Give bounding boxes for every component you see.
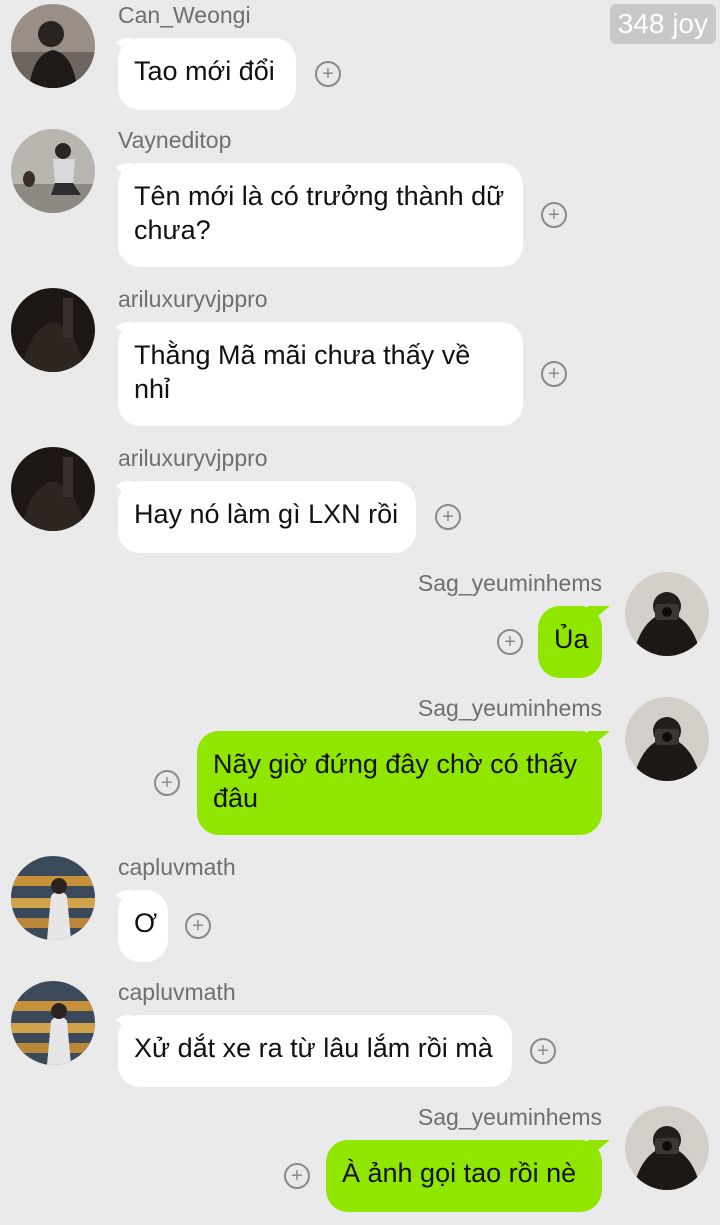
avatar[interactable]	[11, 288, 95, 372]
message-text: Ủa	[554, 624, 589, 654]
message-bubble[interactable]: Xử dắt xe ra từ lâu lắm rồi mà	[118, 1015, 512, 1087]
message-bubble[interactable]: À ảnh gọi tao rồi nè	[326, 1140, 602, 1212]
sender-name: capluvmath	[118, 979, 236, 1005]
avatar[interactable]	[11, 447, 95, 531]
add-reaction-icon[interactable]: +	[185, 913, 211, 939]
avatar[interactable]	[11, 4, 95, 88]
message-bubble[interactable]: Ơ	[118, 890, 168, 962]
message-text: Ơ	[134, 908, 158, 938]
avatar[interactable]	[625, 572, 709, 656]
add-reaction-icon[interactable]: +	[497, 629, 523, 655]
sender-name: Sag_yeuminhems	[417, 1104, 602, 1130]
sender-name: Sag_yeuminhems	[417, 570, 602, 596]
add-reaction-icon[interactable]: +	[530, 1038, 556, 1064]
message-text: Nãy giờ đứng đây chờ có thấy đâu	[213, 749, 578, 813]
avatar[interactable]	[625, 1106, 709, 1190]
add-reaction-icon[interactable]: +	[284, 1163, 310, 1189]
avatar[interactable]	[11, 856, 95, 940]
add-reaction-icon[interactable]: +	[154, 770, 180, 796]
message-text: Thằng Mã mãi chưa thấy về nhỉ	[134, 340, 471, 404]
sender-name: Can_Weongi	[118, 2, 251, 28]
joy-count-badge: 348 joy	[609, 4, 716, 44]
message-bubble[interactable]: Thằng Mã mãi chưa thấy về nhỉ	[118, 322, 523, 426]
message-bubble[interactable]: Tên mới là có trưởng thành dữ chưa?	[118, 163, 523, 267]
avatar[interactable]	[11, 129, 95, 213]
add-reaction-icon[interactable]: +	[315, 61, 341, 87]
add-reaction-icon[interactable]: +	[435, 504, 461, 530]
message-bubble[interactable]: Tao mới đổi	[118, 38, 296, 110]
message-bubble[interactable]: Nãy giờ đứng đây chờ có thấy đâu	[197, 731, 602, 835]
sender-name: capluvmath	[118, 854, 236, 880]
sender-name: ariluxuryvjppro	[118, 286, 268, 312]
message-text: Hay nó làm gì LXN rồi	[134, 499, 399, 529]
message-text: Xử dắt xe ra từ lâu lắm rồi mà	[134, 1033, 493, 1063]
avatar[interactable]	[625, 697, 709, 781]
message-bubble[interactable]: Hay nó làm gì LXN rồi	[118, 481, 416, 553]
add-reaction-icon[interactable]: +	[541, 202, 567, 228]
message-text: Tên mới là có trưởng thành dữ chưa?	[134, 181, 505, 245]
avatar[interactable]	[11, 981, 95, 1065]
message-text: À ảnh gọi tao rồi nè	[342, 1158, 577, 1188]
message-bubble[interactable]: Ủa	[538, 606, 602, 678]
message-text: Tao mới đổi	[134, 56, 275, 86]
sender-name: Sag_yeuminhems	[417, 695, 602, 721]
sender-name: ariluxuryvjppro	[118, 445, 268, 471]
sender-name: Vayneditop	[118, 127, 232, 153]
add-reaction-icon[interactable]: +	[541, 361, 567, 387]
